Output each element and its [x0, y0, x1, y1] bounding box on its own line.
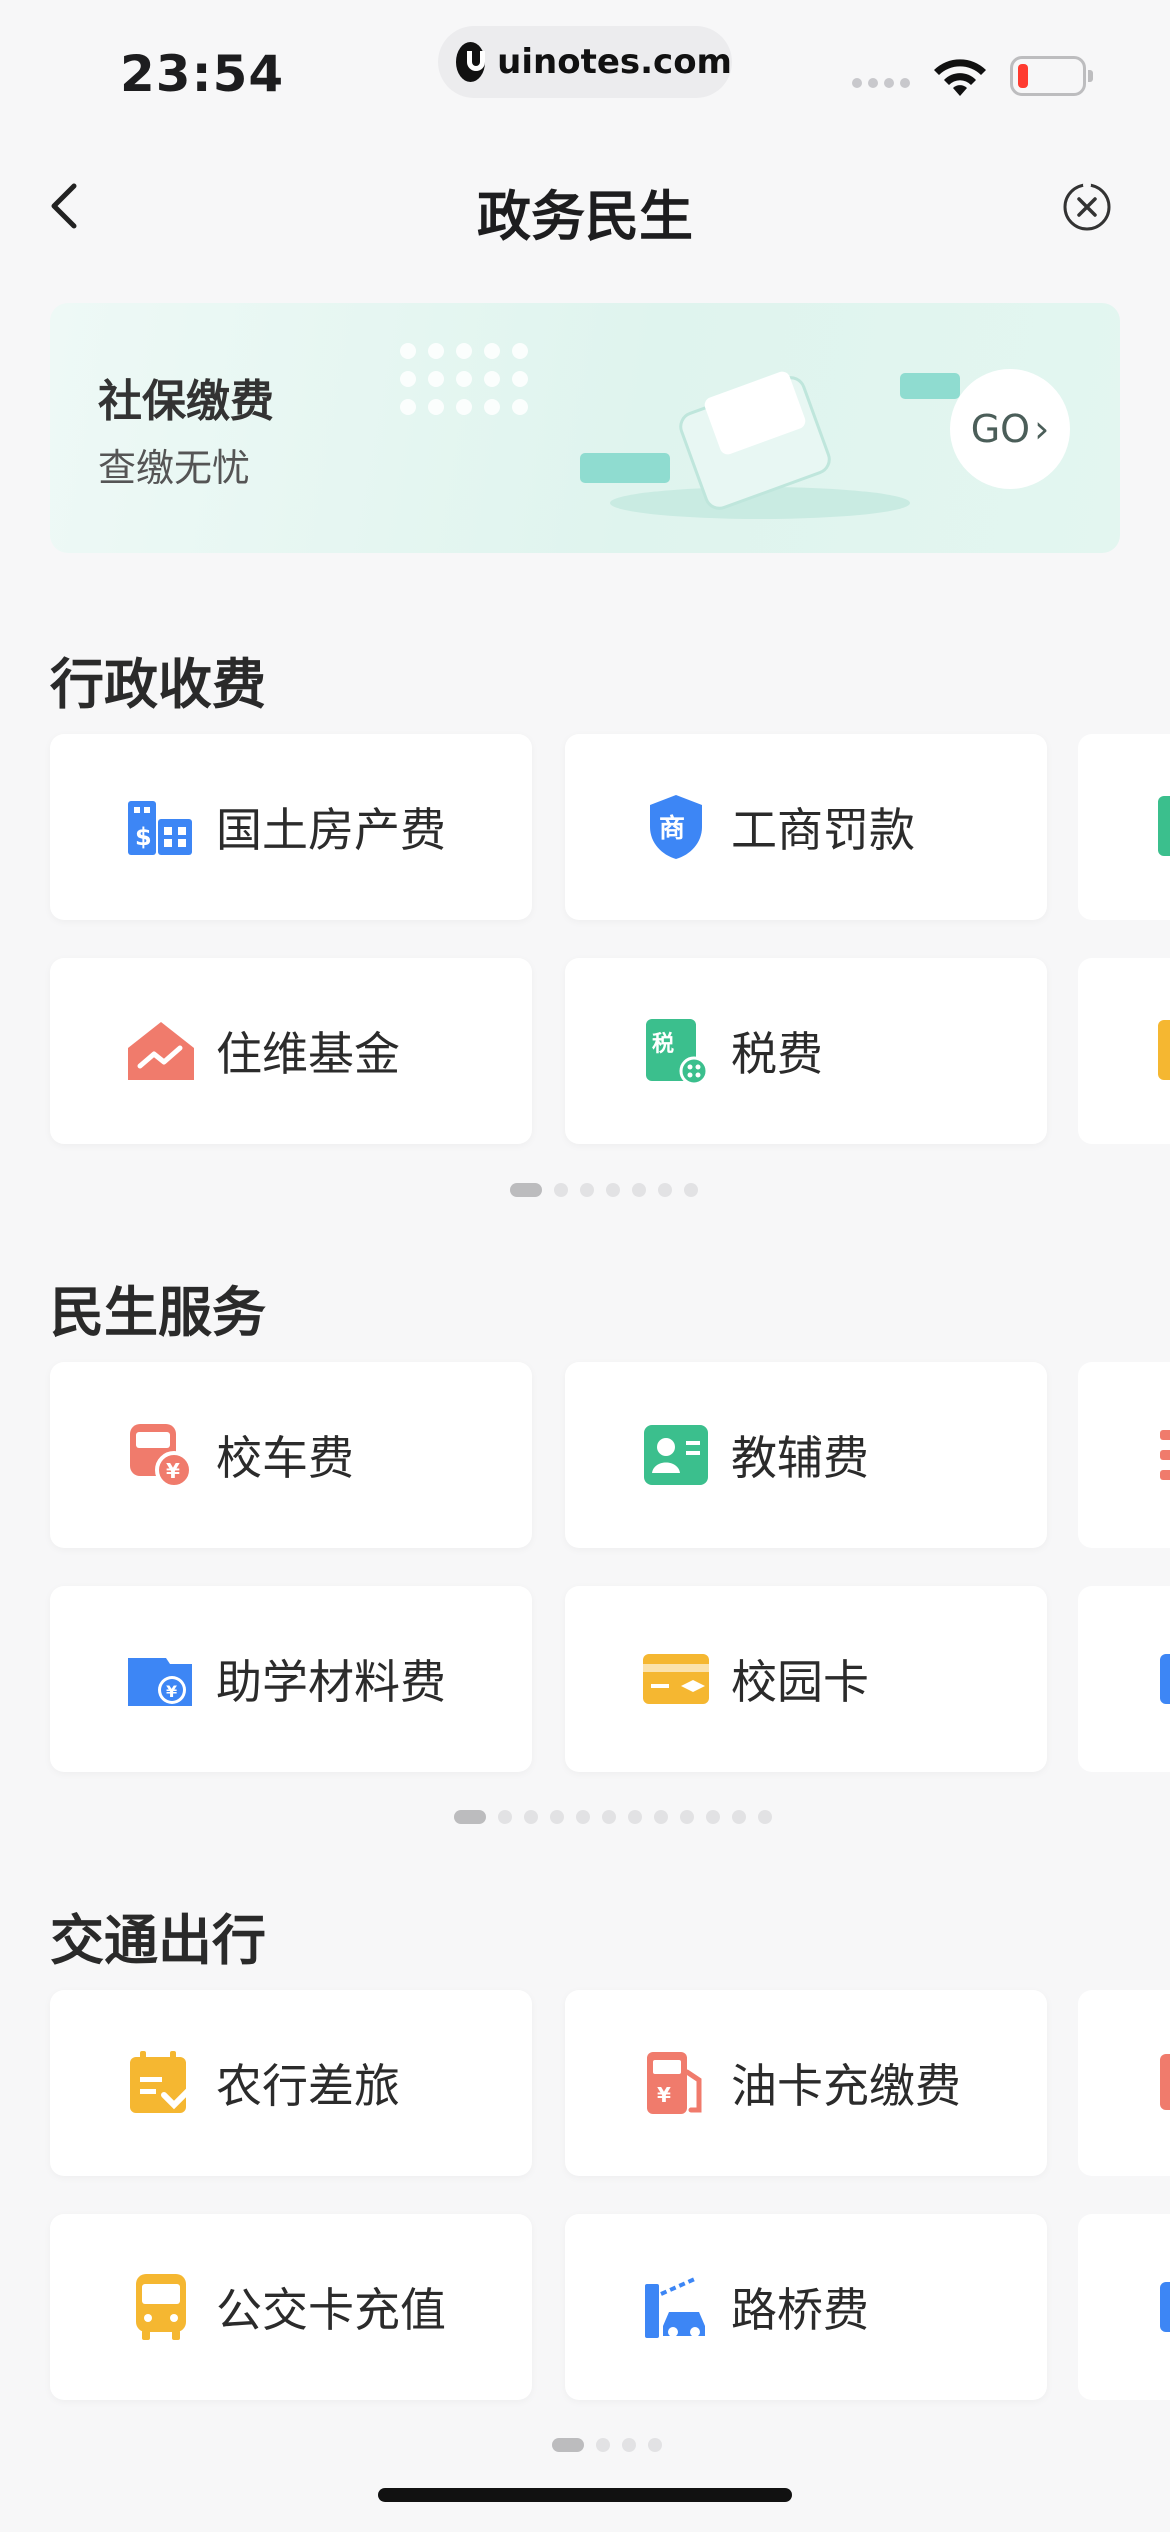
service-card[interactable]: 住维基金 — [50, 958, 532, 1144]
pager-dots — [552, 2438, 662, 2452]
service-card[interactable]: 税 税费 — [565, 958, 1047, 1144]
service-card[interactable]: 路桥费 — [565, 2214, 1047, 2400]
teaching-material-icon — [641, 1420, 711, 1490]
next-card-peek[interactable] — [1078, 734, 1170, 920]
travel-calendar-icon — [126, 2048, 196, 2118]
service-card[interactable]: 教辅费 — [565, 1362, 1047, 1548]
section-title-transport: 交通出行 — [50, 1909, 266, 1972]
service-card-label: 国土房产费 — [216, 803, 446, 857]
service-card-label: 税费 — [731, 1027, 823, 1081]
site-logo-icon — [456, 42, 486, 82]
svg-text:¥: ¥ — [657, 2083, 671, 2107]
service-card[interactable]: ¥ 油卡充缴费 — [565, 1990, 1047, 2176]
next-card-peek[interactable] — [1078, 1586, 1170, 1772]
bus-icon — [126, 2272, 196, 2342]
go-button[interactable]: GO › — [950, 369, 1070, 489]
svg-text:¥: ¥ — [166, 1459, 180, 1483]
service-card-label: 住维基金 — [216, 1027, 400, 1081]
next-card-peek[interactable] — [1078, 958, 1170, 1144]
decorative-dots — [400, 343, 528, 415]
next-card-peek[interactable] — [1078, 2214, 1170, 2400]
house-fund-icon — [126, 1016, 196, 1086]
chevron-right-icon: › — [1034, 407, 1050, 451]
fuel-pump-icon: ¥ — [641, 2048, 711, 2118]
service-card-label: 教辅费 — [731, 1431, 869, 1485]
svg-text:税: 税 — [652, 1031, 674, 1057]
school-bus-fee-icon: ¥ — [126, 1420, 196, 1490]
building-fee-icon: $ — [126, 792, 196, 862]
service-card[interactable]: ¥ 助学材料费 — [50, 1586, 532, 1772]
service-card[interactable]: $ 国土房产费 — [50, 734, 532, 920]
social-security-banner[interactable]: 社保缴费 查缴无忧 GO › — [50, 303, 1120, 553]
commerce-shield-icon: 商 — [641, 792, 711, 862]
service-card-label: 助学材料费 — [216, 1655, 446, 1709]
service-card-label: 农行差旅 — [216, 2059, 400, 2113]
go-label: GO — [970, 407, 1031, 451]
service-card-label: 路桥费 — [731, 2283, 869, 2337]
service-card-label: 工商罚款 — [731, 803, 915, 857]
campus-card-icon — [641, 1644, 711, 1714]
service-card[interactable]: 校园卡 — [565, 1586, 1047, 1772]
wifi-icon — [934, 59, 986, 96]
svg-text:$: $ — [135, 823, 152, 851]
next-card-peek[interactable] — [1078, 1362, 1170, 1548]
service-card-label: 公交卡充值 — [216, 2283, 446, 2337]
pager-dots — [454, 1810, 772, 1824]
toll-road-icon — [641, 2272, 711, 2342]
banner-subtitle: 查缴无忧 — [98, 446, 251, 490]
service-card[interactable]: 农行差旅 — [50, 1990, 532, 2176]
url-text: uinotes.com — [497, 42, 732, 82]
close-icon[interactable] — [1060, 180, 1114, 234]
section-title-admin-fees: 行政收费 — [50, 653, 266, 716]
home-indicator — [378, 2488, 792, 2502]
pager-dots — [510, 1183, 698, 1197]
svg-text:商: 商 — [659, 813, 685, 844]
tax-icon: 税 — [641, 1016, 711, 1086]
phone-illustration-icon — [580, 371, 960, 519]
section-title-livelihood: 民生服务 — [50, 1281, 266, 1344]
service-card-label: 校车费 — [216, 1431, 354, 1485]
next-card-peek[interactable] — [1078, 1990, 1170, 2176]
service-card[interactable]: ¥ 校车费 — [50, 1362, 532, 1548]
nav-bar: 政务民生 — [0, 150, 1170, 260]
study-material-icon: ¥ — [126, 1644, 196, 1714]
page-title: 政务民生 — [477, 185, 693, 248]
svg-text:¥: ¥ — [166, 1682, 177, 1701]
status-bar: 23:54 uinotes.com — [0, 0, 1170, 130]
cellular-signal-icon — [852, 78, 910, 88]
service-card[interactable]: 公交卡充值 — [50, 2214, 532, 2400]
service-card-label: 校园卡 — [731, 1655, 869, 1709]
service-card[interactable]: 商 工商罚款 — [565, 734, 1047, 920]
status-time: 23:54 — [120, 45, 285, 103]
service-card-label: 油卡充缴费 — [731, 2059, 961, 2113]
battery-icon — [1010, 56, 1093, 96]
banner-title: 社保缴费 — [98, 376, 274, 427]
url-pill[interactable]: uinotes.com — [438, 26, 732, 98]
